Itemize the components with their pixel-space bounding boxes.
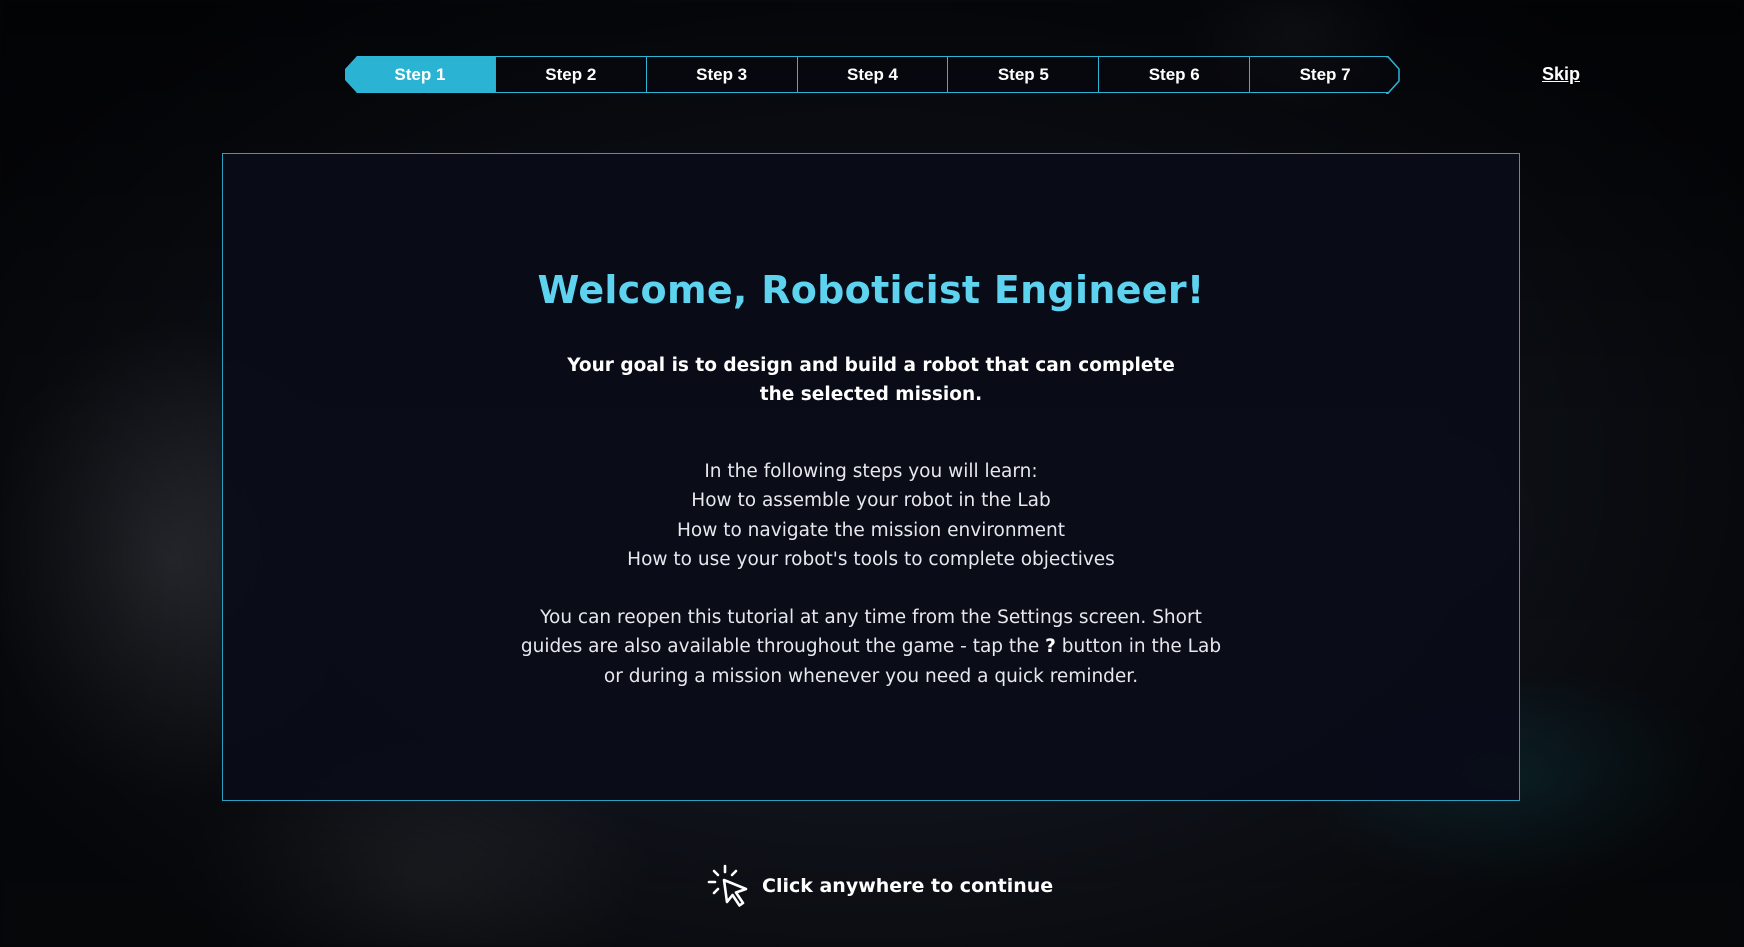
learn-item: How to assemble your robot in the Lab: [691, 490, 1051, 512]
click-pointer-icon: [707, 864, 748, 907]
step-tab-1[interactable]: Step 1: [345, 56, 496, 93]
step-tab-4[interactable]: Step 4: [797, 56, 949, 93]
skip-link[interactable]: Skip: [1542, 64, 1580, 85]
continue-label: Click anywhere to continue: [762, 875, 1054, 897]
welcome-title: Welcome, Roboticist Engineer!: [537, 268, 1205, 312]
continue-prompt[interactable]: Click anywhere to continue: [706, 863, 1053, 909]
step-tab-5[interactable]: Step 5: [948, 56, 1100, 93]
learn-item: How to use your robot's tools to complet…: [627, 548, 1115, 570]
tutorial-note: You can reopen this tutorial at any time…: [511, 603, 1231, 691]
step-tab-2[interactable]: Step 2: [495, 56, 647, 93]
step-tab-6[interactable]: Step 6: [1099, 56, 1251, 93]
learn-list: In the following steps you will learn: H…: [223, 457, 1519, 574]
goal-line-1: Your goal is to design and build a robot…: [567, 355, 1175, 376]
goal-text: Your goal is to design and build a robot…: [561, 351, 1181, 409]
step-bar-end-cap: [1386, 56, 1400, 94]
step-tab-7[interactable]: Step 7: [1250, 56, 1400, 93]
goal-line-2: the selected mission.: [759, 384, 983, 405]
step-progress-bar: Step 1 Step 2 Step 3 Step 4 Step 5 Step …: [345, 56, 1400, 94]
tutorial-panel: Welcome, Roboticist Engineer! Your goal …: [222, 153, 1520, 801]
help-question-symbol: ?: [1045, 636, 1056, 658]
learn-intro: In the following steps you will learn:: [704, 461, 1038, 482]
step-tab-3[interactable]: Step 3: [646, 56, 798, 93]
learn-item: How to navigate the mission environment: [676, 519, 1065, 541]
